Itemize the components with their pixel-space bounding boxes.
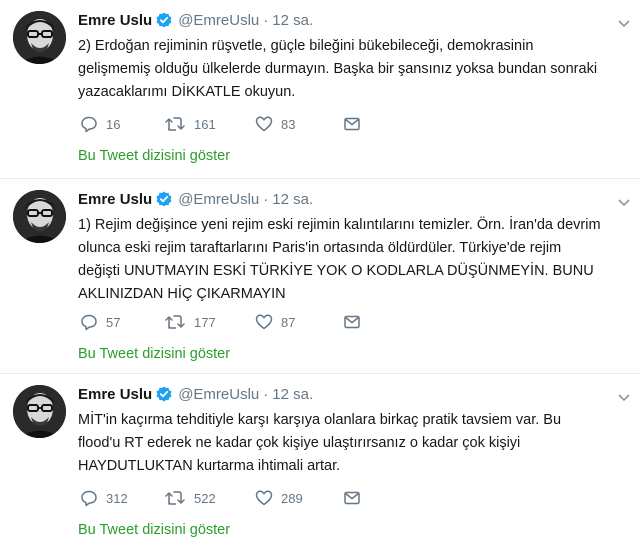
tweet-text-line: olunca eski rejim taraftarlarını Paris'i… — [78, 240, 562, 256]
retweet-count: 177 — [194, 314, 216, 330]
retweet-button[interactable]: 522 — [164, 489, 216, 507]
avatar-image — [13, 11, 66, 64]
show-thread-link[interactable]: Bu Tweet dizisini göster — [78, 522, 230, 538]
tweet[interactable]: Emre Uslu @EmreUslu · 12 sa. MİT'in kaçı… — [0, 374, 640, 550]
reply-button[interactable]: 312 — [80, 489, 128, 507]
direct-message-button[interactable] — [343, 313, 361, 331]
chevron-down-icon[interactable] — [618, 394, 630, 402]
tweet-text-line: HAYDUTLUKTAN kurtarma ihtimali artar. — [78, 458, 341, 474]
tweet[interactable]: Emre Uslu @EmreUslu · 12 sa. 2) Erdoğan … — [0, 0, 640, 179]
direct-message-icon — [344, 315, 360, 329]
author-name[interactable]: Emre Uslu — [78, 191, 152, 208]
separator: · — [263, 385, 269, 403]
retweet-count: 161 — [194, 116, 216, 132]
chevron-down-icon[interactable] — [618, 199, 630, 207]
retweet-icon — [165, 491, 185, 505]
retweet-icon — [165, 117, 185, 131]
like-icon — [255, 116, 273, 132]
author-handle[interactable]: @EmreUslu — [178, 12, 259, 29]
retweet-button[interactable]: 177 — [164, 313, 216, 331]
reply-count: 16 — [106, 116, 121, 132]
tweet-header: Emre Uslu @EmreUslu · 12 sa. — [78, 382, 630, 406]
direct-message-icon — [344, 117, 360, 131]
author-name[interactable]: Emre Uslu — [78, 12, 152, 29]
reply-icon — [81, 116, 97, 133]
timestamp[interactable]: 12 sa. — [272, 12, 313, 29]
tweet-text-line: 1) Rejim değişince yeni rejim eski rejim… — [78, 217, 601, 233]
tweet-header: Emre Uslu @EmreUslu · 12 sa. — [78, 187, 630, 211]
author-handle[interactable]: @EmreUslu — [178, 191, 259, 208]
like-button[interactable]: 289 — [255, 489, 303, 507]
like-icon — [255, 490, 273, 506]
separator: · — [263, 11, 269, 29]
tweet-text-line: 2) Erdoğan rejiminin rüşvetle, güçle bil… — [78, 38, 534, 54]
tweet-text-line: MİT'in kaçırma tehditiyle karşı karşıya … — [78, 412, 562, 428]
reply-icon — [81, 490, 97, 507]
like-count: 87 — [281, 314, 296, 330]
tweet-text-line: AKLINIZDAN HİÇ ÇIKARMAYIN — [78, 286, 286, 302]
retweet-icon — [165, 315, 185, 329]
author-name[interactable]: Emre Uslu — [78, 386, 152, 403]
avatar-image — [13, 385, 66, 438]
reply-count: 312 — [106, 490, 128, 506]
like-icon — [255, 314, 273, 330]
show-thread-link[interactable]: Bu Tweet dizisini göster — [78, 346, 230, 362]
timestamp[interactable]: 12 sa. — [272, 191, 313, 208]
verified-badge-icon — [156, 12, 172, 28]
tweet-feed: Emre Uslu @EmreUslu · 12 sa. 2) Erdoğan … — [0, 0, 640, 550]
direct-message-icon — [344, 491, 360, 505]
direct-message-button[interactable] — [343, 115, 361, 133]
reply-count: 57 — [106, 314, 121, 330]
tweet-text: 1) Rejim değişince yeni rejim eski rejim… — [78, 214, 630, 306]
verified-badge-icon — [156, 191, 172, 207]
avatar-image — [13, 190, 66, 243]
like-button[interactable]: 83 — [255, 115, 295, 133]
retweet-button[interactable]: 161 — [164, 115, 216, 133]
avatar[interactable] — [13, 190, 66, 243]
chevron-down-icon[interactable] — [618, 20, 630, 28]
timestamp[interactable]: 12 sa. — [272, 386, 313, 403]
separator: · — [263, 190, 269, 208]
author-handle[interactable]: @EmreUslu — [178, 386, 259, 403]
tweet-text: 2) Erdoğan rejiminin rüşvetle, güçle bil… — [78, 35, 630, 104]
like-count: 289 — [281, 490, 303, 506]
reply-button[interactable]: 57 — [80, 313, 120, 331]
like-count: 83 — [281, 116, 296, 132]
tweet[interactable]: Emre Uslu @EmreUslu · 12 sa. 1) Rejim de… — [0, 179, 640, 374]
avatar[interactable] — [13, 385, 66, 438]
show-thread-link[interactable]: Bu Tweet dizisini göster — [78, 148, 230, 164]
tweet-text-line: yazacaklarımı DİKKATLE okuyun. — [78, 84, 296, 100]
tweet-header: Emre Uslu @EmreUslu · 12 sa. — [78, 8, 630, 32]
tweet-text-line: gelişmemiş olduğu ülkelerde durmayın. Ba… — [78, 61, 598, 77]
like-button[interactable]: 87 — [255, 313, 295, 331]
tweet-text-line: değişti UNUTMAYIN ESKİ TÜRKİYE YOK O KOD… — [78, 263, 594, 279]
tweet-text-line: flood'u RT ederek ne kadar çok kişiye ul… — [78, 435, 521, 451]
reply-icon — [81, 314, 97, 331]
tweet-text: MİT'in kaçırma tehditiyle karşı karşıya … — [78, 409, 630, 478]
avatar[interactable] — [13, 11, 66, 64]
verified-badge-icon — [156, 386, 172, 402]
reply-button[interactable]: 16 — [80, 115, 120, 133]
retweet-count: 522 — [194, 490, 216, 506]
direct-message-button[interactable] — [343, 489, 361, 507]
